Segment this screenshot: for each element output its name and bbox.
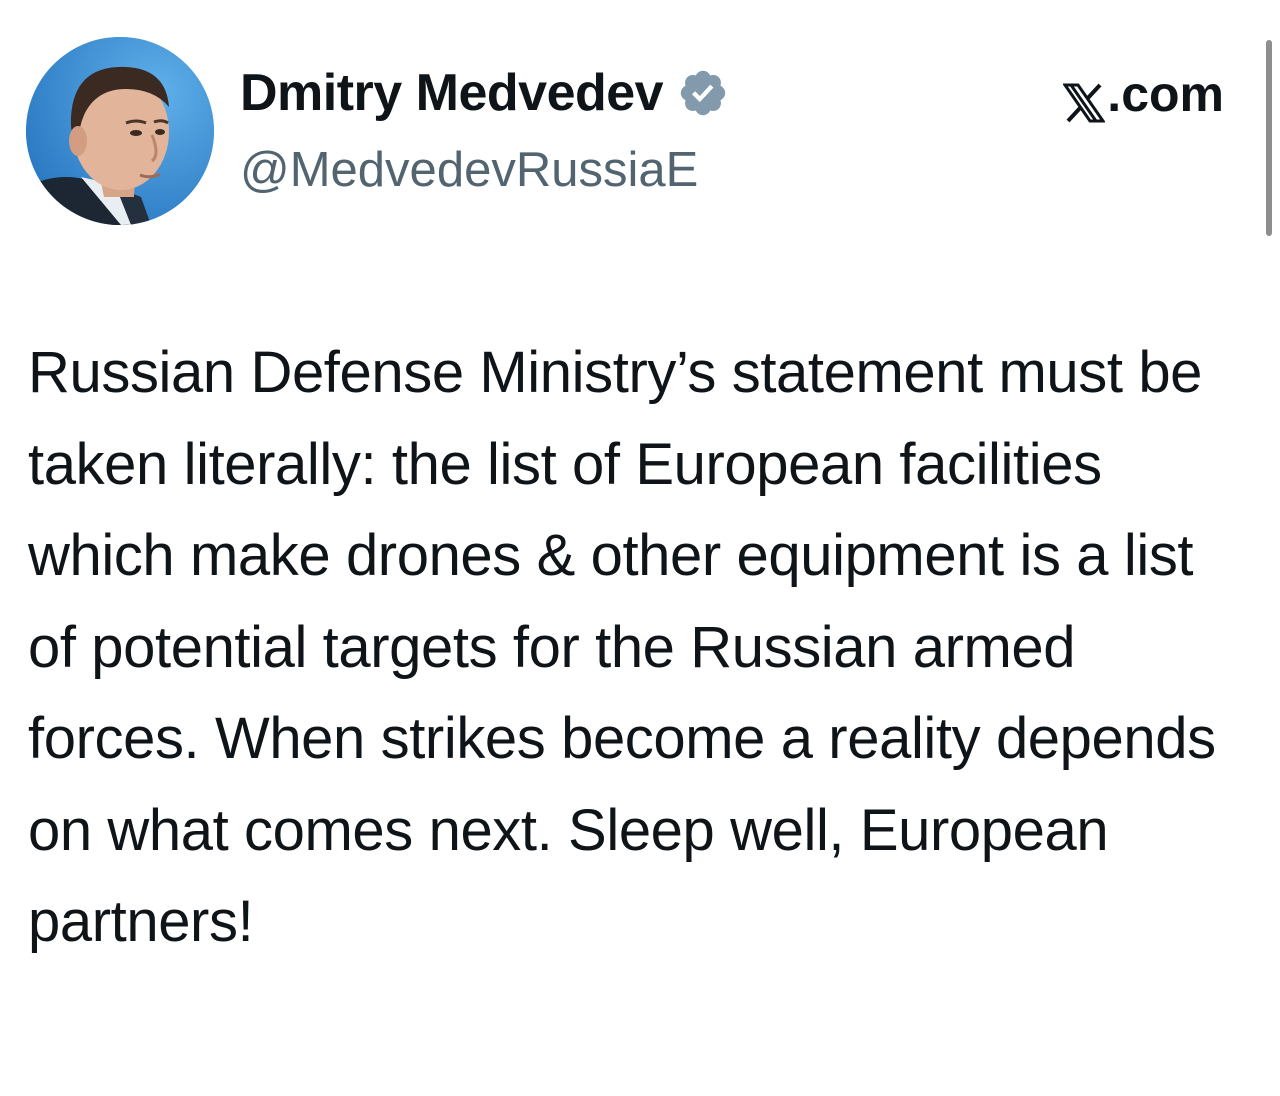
author-handle[interactable]: @MedvedevRussiaE bbox=[240, 138, 698, 202]
tweet-header: Dmitry Medvedev @MedvedevRussiaE .com bbox=[0, 0, 1280, 240]
profile-photo bbox=[26, 37, 214, 225]
tweet-text: Russian Defense Ministry’s statement mus… bbox=[28, 340, 1216, 954]
site-domain: .com bbox=[1107, 66, 1224, 122]
site-label[interactable]: .com bbox=[1062, 62, 1224, 126]
avatar[interactable] bbox=[26, 37, 214, 225]
verified-badge-icon[interactable] bbox=[677, 67, 729, 119]
author-display-name[interactable]: Dmitry Medvedev bbox=[240, 58, 664, 128]
x-logo-icon bbox=[1062, 74, 1107, 123]
scrollbar[interactable] bbox=[1266, 40, 1272, 236]
author-name-row: Dmitry Medvedev bbox=[240, 58, 729, 128]
